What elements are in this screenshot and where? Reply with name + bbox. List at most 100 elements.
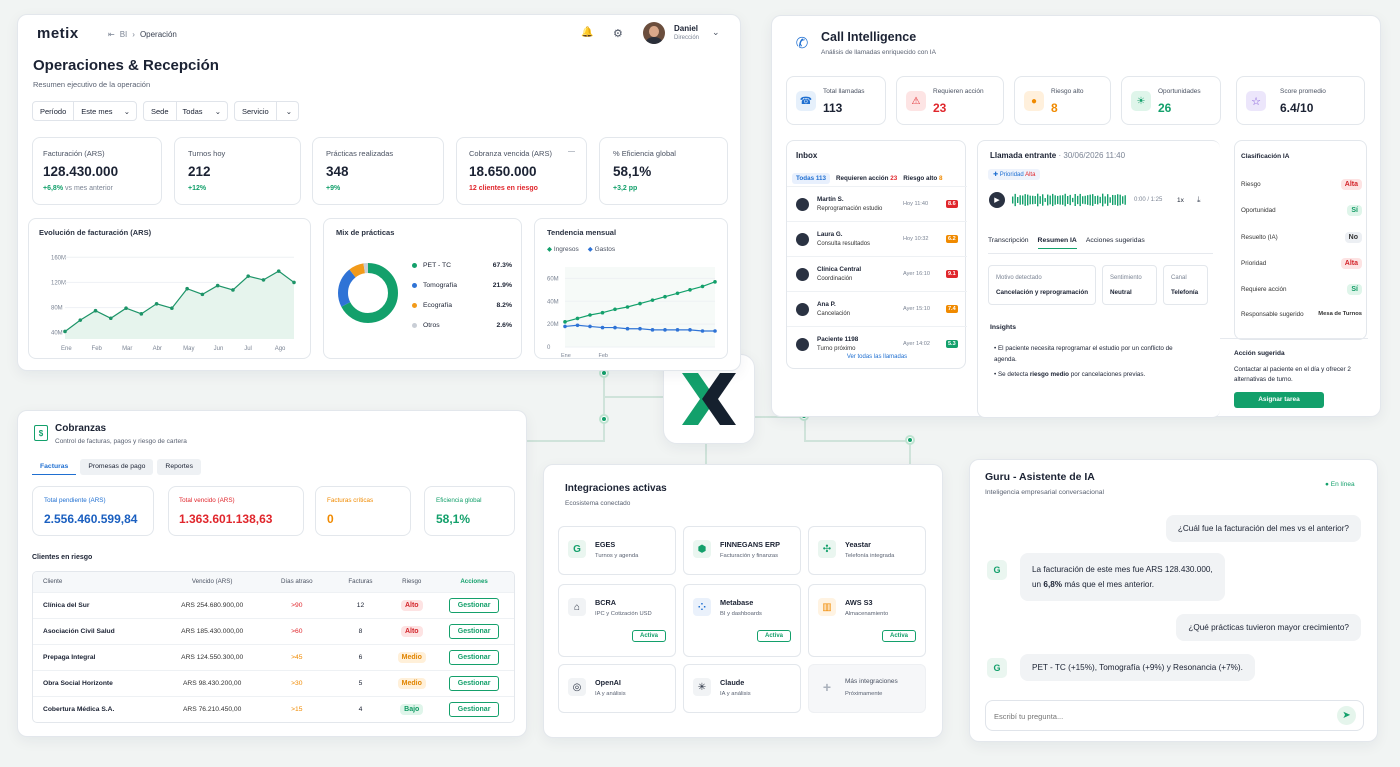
data-point xyxy=(600,325,605,330)
inbox-item[interactable]: Laura G. Consulta resultados Hoy 10:32 6.2 xyxy=(787,221,967,256)
tab-transcripcion[interactable]: Transcripción xyxy=(988,237,1029,249)
inbox-tab-accion[interactable]: Requieren acción 23 xyxy=(836,175,897,182)
connector-line xyxy=(804,440,910,442)
data-point xyxy=(625,326,630,331)
view-all-calls-link[interactable]: Ver todas las llamadas xyxy=(787,354,967,360)
integration-name: OpenAI xyxy=(595,678,621,687)
table-row[interactable]: Clínica del Sur ARS 254.680.900,00 >90 12 Al… xyxy=(33,592,514,618)
gestionar-button[interactable]: Gestionar xyxy=(448,623,500,639)
play-icon[interactable]: ▶ xyxy=(989,192,1005,208)
settings-icon[interactable]: ⚙ xyxy=(613,27,623,40)
col-header[interactable]: Vencido (ARS) xyxy=(162,572,262,592)
integration-name: EGES xyxy=(595,540,616,549)
kpi-value: 113 xyxy=(823,101,843,115)
table-row[interactable]: Cobertura Médica S.A. ARS 76.210.450,00 >1… xyxy=(33,696,514,722)
playback-speed[interactable]: 1x xyxy=(1177,197,1184,204)
audio-waveform[interactable] xyxy=(1012,191,1127,209)
user-message: ¿Cuál fue la facturación del mes vs el a… xyxy=(1165,515,1361,542)
legend-name: PET - TC xyxy=(423,262,452,269)
evolucion-chart-card: Evolución de facturación (ARS) 160M 120M 8… xyxy=(28,218,311,359)
inbox-item[interactable]: Ana P. Cancelación Ayer 15:10 7.4 xyxy=(787,291,967,326)
cob-kpi-criticas[interactable]: Facturas críticas 0 xyxy=(315,486,411,536)
chevron-down-icon[interactable]: ⌄ xyxy=(712,27,720,38)
bell-icon[interactable]: 🔔 xyxy=(581,27,593,38)
kpi-menu-dash[interactable]: — xyxy=(568,148,575,155)
connector-node xyxy=(905,435,915,445)
gestionar-button[interactable]: Gestionar xyxy=(448,675,500,691)
tab-facturas[interactable]: Facturas xyxy=(32,459,77,475)
call-kpi-score[interactable]: ☆ Score promedio 6.4/10 xyxy=(1236,76,1365,125)
table-row[interactable]: Obra Social Horizonte ARS 98.430.200,00 >3… xyxy=(33,670,514,696)
y-tick-label: 160M xyxy=(51,255,66,261)
col-header[interactable]: Facturas xyxy=(332,572,390,592)
send-icon[interactable]: ➤ xyxy=(1337,706,1356,725)
call-kpi-accion[interactable]: ⚠ Requieren acción 23 xyxy=(896,76,1004,125)
back-arrow-icon[interactable]: ⇤ xyxy=(108,30,115,39)
data-point xyxy=(663,328,667,332)
kpi-value: 8 xyxy=(1051,101,1058,115)
openai-logo-icon: ◎ xyxy=(568,678,586,696)
inbox-item[interactable]: Martín S. Reprogramación estudio Hoy 11:40… xyxy=(787,186,967,221)
cob-kpi-vencido[interactable]: Total vencido (ARS) 1.363.601.138,63 xyxy=(168,486,304,536)
kpi-turnos[interactable]: Turnos hoy 212 +12% xyxy=(174,137,301,205)
data-point xyxy=(713,280,717,284)
tab-promesas[interactable]: Promesas de pago xyxy=(80,459,154,475)
chat-input[interactable] xyxy=(994,708,1314,724)
inbox-tab-todas[interactable]: Todas 113 xyxy=(792,173,830,184)
tab-reportes[interactable]: Reportes xyxy=(157,459,201,475)
data-point xyxy=(625,305,630,309)
table-row[interactable]: Asociación Civil Salud ARS 185.430.000,00… xyxy=(33,618,514,644)
aws-s3-logo-icon: ▥ xyxy=(818,598,836,616)
cob-kpi-eficiencia[interactable]: Eficiencia global 58,1% xyxy=(424,486,515,536)
col-header[interactable]: Días atraso xyxy=(262,572,332,592)
integration-card[interactable]: ✳ Claude IA y análisis xyxy=(683,664,801,713)
gestionar-button[interactable]: Gestionar xyxy=(448,701,500,717)
integration-card[interactable]: ▥ AWS S3 Almacenamiento Activa xyxy=(808,584,926,657)
cob-kpi-pendiente[interactable]: Total pendiente (ARS) 2.556.460.599,84 xyxy=(32,486,154,536)
gestionar-button[interactable]: Gestionar xyxy=(448,597,500,613)
kpi-facturacion[interactable]: Facturación (ARS) 128.430.000 +6,8% vs m… xyxy=(32,137,162,205)
kpi-cobranza[interactable]: Cobranza vencida (ARS) — 18.650.000 12 c… xyxy=(456,137,587,205)
call-score-badge: 7.4 xyxy=(946,305,958,313)
kpi-label: Total llamadas xyxy=(823,88,865,95)
col-header[interactable]: Riesgo xyxy=(389,572,434,592)
table-row[interactable]: Prepaga Integral ARS 124.550.300,00 >45 6 Me… xyxy=(33,644,514,670)
integration-card[interactable]: + Más integraciones Próximamente xyxy=(808,664,926,713)
call-time: Ayer 14:02 xyxy=(903,341,930,347)
avatar[interactable] xyxy=(643,22,665,44)
kpi-practicas[interactable]: Prácticas realizadas 348 +9% xyxy=(312,137,444,205)
kpi-eficiencia[interactable]: % Eficiencia global 58,1% +3,2 pp xyxy=(599,137,728,205)
call-intelligence-panel: ✆ Call Intelligence Análisis de llamadas… xyxy=(771,15,1381,418)
col-header[interactable]: Cliente xyxy=(33,572,162,592)
col-header[interactable]: Acciones xyxy=(434,572,514,592)
call-kpi-oportunidades[interactable]: ☀ Oportunidades 26 xyxy=(1121,76,1221,125)
breadcrumb-item: Operación xyxy=(139,30,177,39)
gestionar-button[interactable]: Gestionar xyxy=(448,649,500,665)
call-time: Hoy 10:32 xyxy=(903,236,929,242)
integration-card[interactable]: ◎ OpenAI IA y análisis xyxy=(558,664,676,713)
periodo-filter[interactable]: Período Este mes ⌄ xyxy=(32,101,137,121)
asignar-tarea-button[interactable]: Asignar tarea xyxy=(1234,392,1324,408)
tab-resumen-ia[interactable]: Resumen IA xyxy=(1037,237,1077,249)
legend-dot-icon xyxy=(412,303,417,308)
inbox-item[interactable]: Clínica Central Coordinación Ayer 16:10 9.1 xyxy=(787,256,967,291)
integration-card[interactable]: ⌂ BCRA IPC y Cotización USD Activa xyxy=(558,584,676,657)
call-kpi-riesgo[interactable]: ● Riesgo alto 8 xyxy=(1014,76,1111,125)
call-kpi-total[interactable]: ☎ Total llamadas 113 xyxy=(786,76,886,125)
waveform-bar xyxy=(1069,194,1071,206)
integration-card[interactable]: ⁘ Metabase BI y dashboards Activa xyxy=(683,584,801,657)
inbox-tab-riesgo[interactable]: Riesgo alto 8 xyxy=(903,175,942,182)
risk-badge: Medio xyxy=(397,651,426,663)
integration-card[interactable]: G EGES Turnos y agenda xyxy=(558,526,676,575)
breadcrumb-item[interactable]: BI xyxy=(120,30,128,39)
bcra-logo-icon: ⌂ xyxy=(568,598,586,616)
integration-card[interactable]: ✣ Yeastar Telefonía integrada xyxy=(808,526,926,575)
integration-card[interactable]: ⬢ FINNEGANS ERP Facturación y finanzas xyxy=(683,526,801,575)
legend-item: Tomografía 21.9% xyxy=(412,282,512,289)
download-icon[interactable]: ⤓ xyxy=(1197,195,1201,205)
data-point xyxy=(563,320,567,324)
tab-acciones-sugeridas[interactable]: Acciones sugeridas xyxy=(1086,237,1145,249)
servicio-filter[interactable]: Servicio ⌄ xyxy=(234,101,299,121)
cell-facturas: 4 xyxy=(358,705,363,713)
sede-filter[interactable]: Sede Todas ⌄ xyxy=(143,101,228,121)
